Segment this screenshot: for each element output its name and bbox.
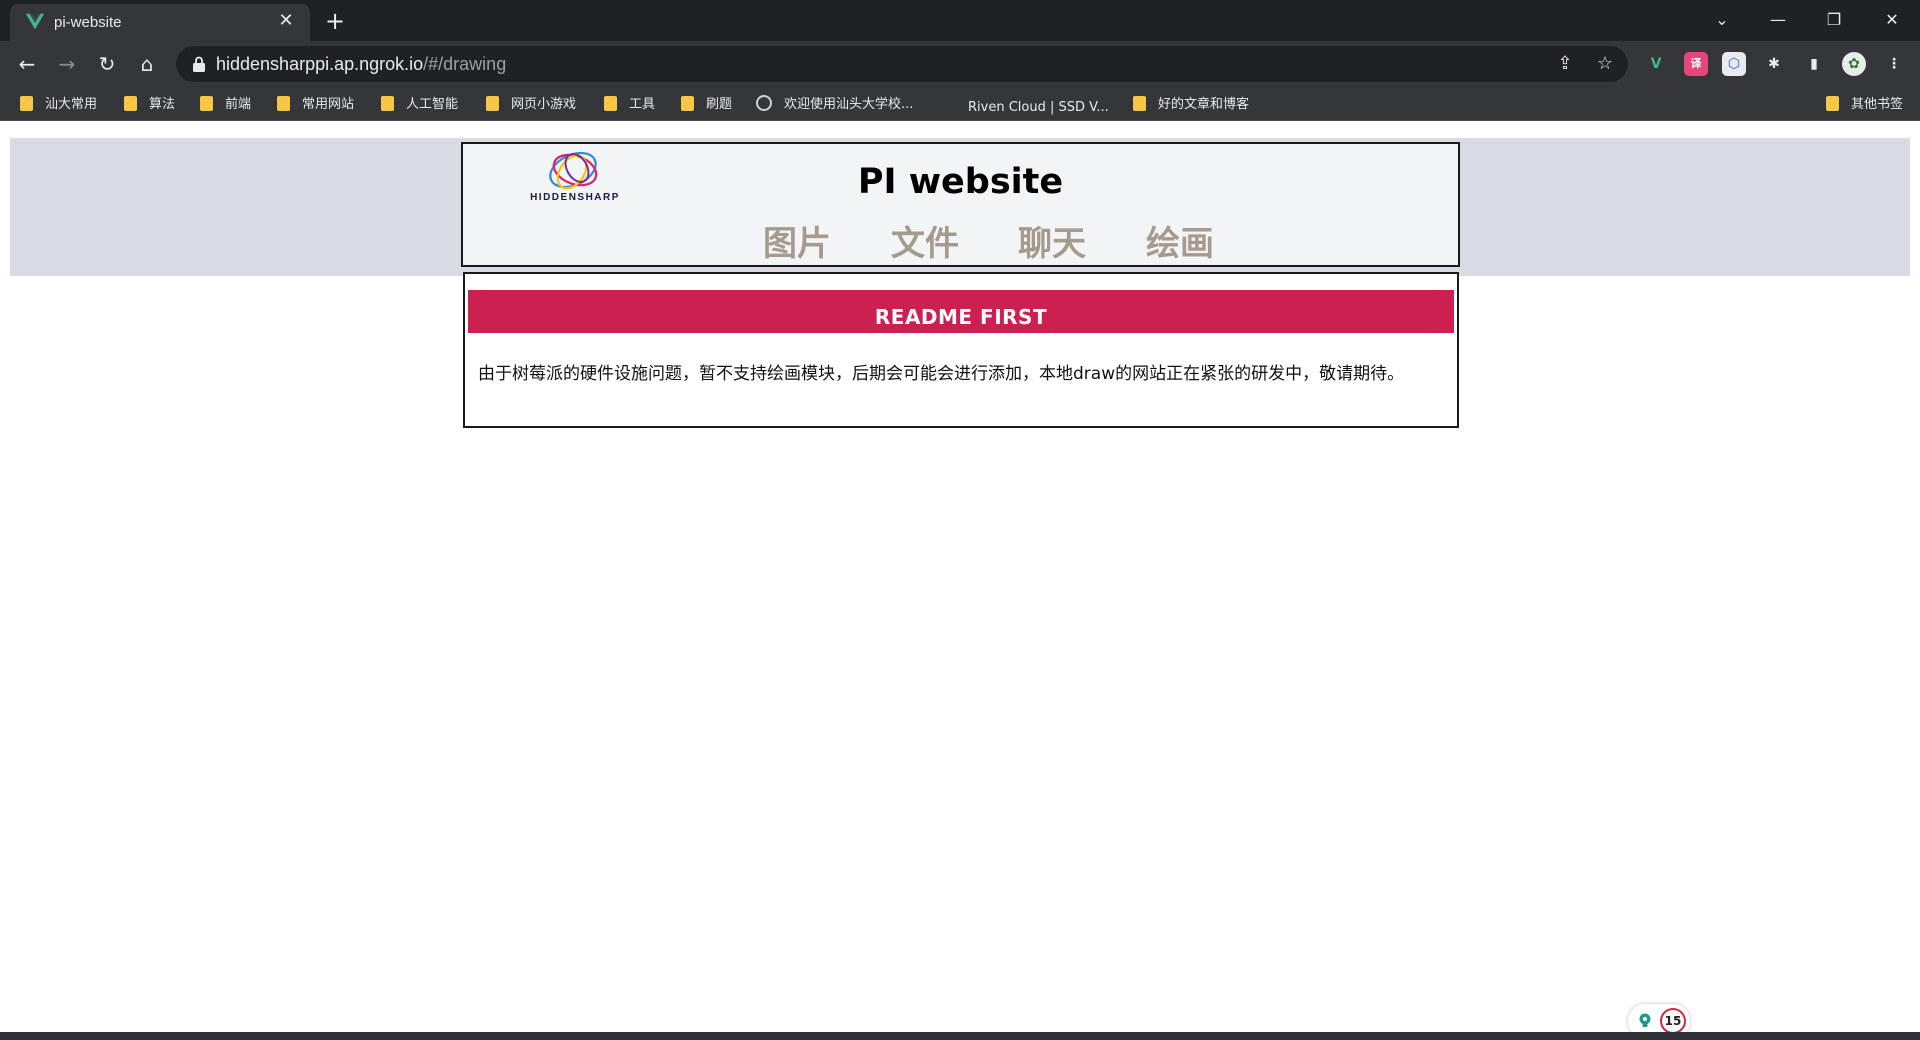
bookmark-folder[interactable]: 好的文章和博客 (1133, 95, 1249, 115)
restore-button[interactable]: ❐ (1820, 6, 1848, 34)
folder-icon (1826, 96, 1839, 111)
tab-search-icon[interactable]: ⌄ (1708, 6, 1736, 34)
folder-icon (604, 96, 617, 111)
url-text: hiddensharppi.ap.ngrok.io/#/drawing (216, 54, 506, 75)
profile-avatar-icon[interactable]: ✿ (1842, 52, 1866, 76)
nav-link-files[interactable]: 文件 (891, 216, 959, 265)
site-title: PI website (857, 162, 1064, 202)
other-bookmarks[interactable]: 其他书签 (1826, 95, 1903, 115)
count-badge: 15 (1660, 1008, 1686, 1034)
new-tab-button[interactable]: + (321, 8, 349, 36)
main-nav: 图片 文件 聊天 绘画 (763, 216, 1223, 264)
bookmark-link[interactable]: Riven Cloud | SSD V... (942, 95, 1109, 115)
home-icon[interactable]: ⌂ (133, 50, 161, 78)
nav-link-drawing[interactable]: 绘画 (1146, 216, 1214, 265)
lock-icon (193, 56, 205, 72)
minimize-button[interactable]: — (1764, 6, 1792, 34)
blank-page-icon (942, 95, 958, 111)
bookmark-label: 算法 (149, 97, 176, 112)
bookmark-label: 人工智能 (406, 97, 459, 112)
share-icon[interactable]: ⇪ (1554, 53, 1576, 75)
bookmark-star-icon[interactable]: ☆ (1594, 53, 1616, 75)
bookmark-label: 其他书签 (1851, 97, 1904, 112)
vue-devtools-extension-icon[interactable]: V (1644, 52, 1668, 76)
back-button[interactable]: ← (13, 50, 41, 78)
folder-icon (124, 96, 137, 111)
bookmark-folder[interactable]: 刷题 (681, 95, 732, 115)
bookmarks-bar: 汕大常用 算法 前端 常用网站 人工智能 网页小游戏 工具 刷题 欢迎使用汕头大… (0, 87, 1920, 121)
close-tab-icon[interactable]: ✕ (276, 11, 296, 31)
bookmark-label: 工具 (629, 97, 656, 112)
page-viewport: HIDDENSHARP PI website 图片 文件 聊天 绘画 READM… (0, 128, 1920, 1032)
taskbar-edge (0, 1032, 1920, 1040)
vue-logo-icon (25, 13, 45, 30)
readme-banner: README FIRST (468, 290, 1454, 333)
bookmark-label: 前端 (225, 97, 252, 112)
bookmark-label: Riven Cloud | SSD V... (968, 100, 1109, 115)
folder-icon (20, 96, 33, 111)
bookmark-label: 网页小游戏 (511, 97, 577, 112)
more-menu-icon[interactable]: ⋮ (1882, 52, 1906, 76)
extensions-puzzle-icon[interactable]: ✱ (1762, 52, 1786, 76)
folder-icon (681, 96, 694, 111)
url-path: /#/drawing (423, 54, 507, 74)
bookmark-label: 欢迎使用汕头大学校... (784, 97, 914, 112)
globe-icon (756, 95, 772, 111)
bookmark-folder[interactable]: 前端 (200, 95, 251, 115)
bookmark-folder[interactable]: 工具 (604, 95, 655, 115)
hex-extension-icon[interactable]: ⬡ (1722, 52, 1746, 76)
folder-icon (1133, 96, 1146, 111)
bookmark-label: 好的文章和博客 (1158, 97, 1250, 112)
readme-panel: README FIRST 由于树莓派的硬件设施问题，暂不支持绘画模块，后期会可能… (463, 272, 1459, 428)
tab-title: pi-website (54, 14, 122, 31)
bookmark-label: 常用网站 (302, 97, 355, 112)
translate-extension-icon[interactable]: 译 (1684, 52, 1708, 76)
side-panel-icon[interactable]: ▮ (1802, 52, 1826, 76)
folder-icon (486, 96, 499, 111)
bookmark-folder[interactable]: 人工智能 (381, 95, 458, 115)
lightbulb-icon (1639, 1013, 1651, 1027)
bookmark-label: 刷题 (706, 97, 733, 112)
bookmark-folder[interactable]: 算法 (124, 95, 175, 115)
site-header: HIDDENSHARP PI website 图片 文件 聊天 绘画 (461, 142, 1460, 267)
notice-text: 由于树莓派的硬件设施问题，暂不支持绘画模块，后期会可能会进行添加，本地draw的… (478, 364, 1405, 384)
close-window-button[interactable]: ✕ (1878, 6, 1906, 34)
folder-icon (200, 96, 213, 111)
browser-toolbar: ← → ↻ ⌂ hiddensharppi.ap.ngrok.io/#/draw… (0, 41, 1920, 87)
bookmark-folder[interactable]: 汕大常用 (20, 95, 97, 115)
folder-icon (381, 96, 394, 111)
bookmark-folder[interactable]: 常用网站 (277, 95, 354, 115)
address-bar[interactable]: hiddensharppi.ap.ngrok.io/#/drawing ⇪ ☆ (176, 46, 1628, 82)
url-host: hiddensharppi.ap.ngrok.io (216, 54, 424, 74)
bookmark-link[interactable]: 欢迎使用汕头大学校... (756, 95, 913, 115)
reload-button[interactable]: ↻ (93, 50, 121, 78)
bookmark-folder[interactable]: 网页小游戏 (486, 95, 576, 115)
nav-link-images[interactable]: 图片 (763, 216, 831, 265)
browser-tab-active[interactable]: pi-website ✕ (10, 4, 310, 41)
bookmark-label: 汕大常用 (45, 97, 98, 112)
tab-strip: pi-website ✕ + ⌄ — ❐ ✕ (0, 0, 1920, 41)
forward-button[interactable]: → (53, 50, 81, 78)
nav-link-chat[interactable]: 聊天 (1018, 216, 1086, 265)
folder-icon (277, 96, 290, 111)
